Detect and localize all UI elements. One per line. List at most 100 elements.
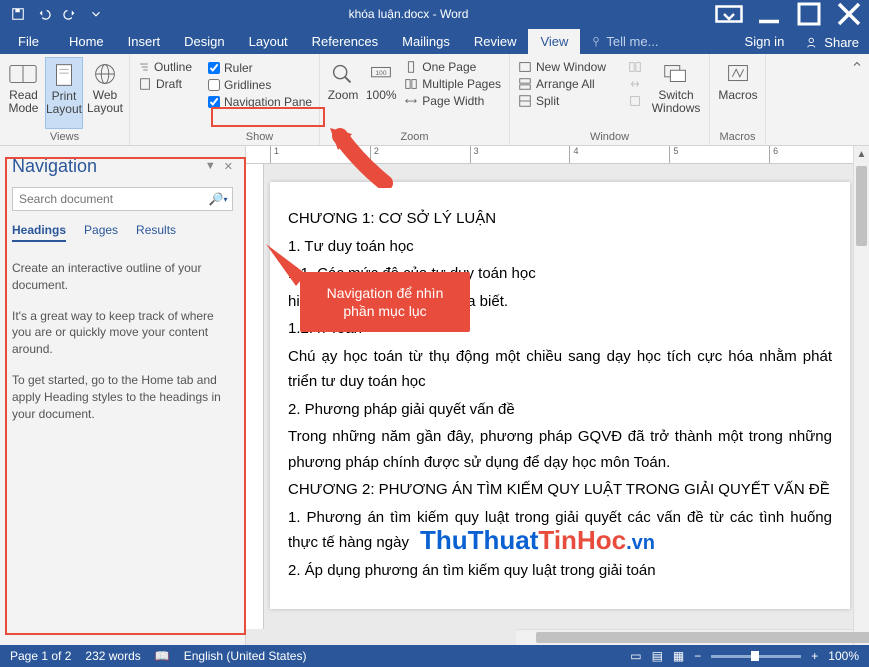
redo-icon[interactable] [58, 3, 82, 25]
navigation-pane-checkbox[interactable]: Navigation Pane [208, 95, 311, 109]
tab-design[interactable]: Design [172, 29, 236, 54]
maximize-icon[interactable] [789, 0, 829, 28]
tell-me-input[interactable]: Tell me... [580, 29, 668, 54]
new-window-label: New Window [536, 60, 606, 74]
macros-button[interactable]: Macros [716, 57, 760, 102]
zoom-in-icon[interactable]: + [811, 649, 818, 663]
horizontal-scrollbar[interactable] [516, 629, 853, 645]
print-layout-button[interactable]: Print Layout [45, 57, 83, 129]
watermark-a: ThuThuat [420, 525, 538, 555]
sync-scroll-icon [626, 76, 645, 92]
new-window-button[interactable]: New Window [516, 59, 622, 75]
ruler-checkbox[interactable]: Ruler [208, 61, 311, 75]
print-layout-label: Print Layout [46, 90, 82, 116]
nav-help-3: To get started, go to the Home tab and a… [12, 372, 233, 422]
search-input[interactable] [13, 188, 204, 210]
reset-pos-icon [626, 93, 645, 109]
annotation-arrow-1 [330, 128, 400, 188]
watermark: ThuThuatTinHoc.vn [420, 525, 655, 556]
nav-tab-headings[interactable]: Headings [12, 223, 66, 242]
minimize-icon[interactable] [749, 0, 789, 28]
svg-text:100: 100 [376, 70, 387, 77]
page-width-button[interactable]: Page Width [402, 93, 503, 109]
zoom-level[interactable]: 100% [828, 649, 859, 663]
collapse-ribbon-icon[interactable] [845, 54, 869, 145]
doc-line: 2. Áp dụng phương án tìm kiếm quy luật t… [288, 558, 832, 584]
tab-review[interactable]: Review [462, 29, 529, 54]
close-icon[interactable] [829, 0, 869, 28]
tab-home[interactable]: Home [57, 29, 116, 54]
arrange-all-label: Arrange All [536, 77, 595, 91]
qat-dropdown-icon[interactable] [84, 3, 108, 25]
view-web-icon[interactable]: ▦ [673, 649, 684, 663]
tab-file[interactable]: File [0, 29, 57, 54]
draft-button[interactable]: Draft [136, 76, 194, 92]
view-read-icon[interactable]: ▭ [630, 649, 641, 663]
nav-help-1: Create an interactive outline of your do… [12, 260, 233, 294]
split-button[interactable]: Split [516, 93, 622, 109]
zoom-button[interactable]: Zoom [326, 57, 360, 129]
arrange-all-button[interactable]: Arrange All [516, 76, 622, 92]
web-layout-label: Web Layout [87, 89, 123, 115]
navigation-pane: Navigation ▼✕ 🔎▾ Headings Pages Results … [0, 146, 246, 645]
ribbon-options-icon[interactable] [709, 0, 749, 28]
navigation-title: Navigation ▼ ✕ [12, 156, 233, 177]
tab-references[interactable]: References [300, 29, 390, 54]
split-label: Split [536, 94, 559, 108]
switch-windows-button[interactable]: Switch Windows [649, 57, 703, 129]
annotation-callout: Navigation để nhìn phần mục lục [300, 272, 470, 332]
tab-mailings[interactable]: Mailings [390, 29, 462, 54]
navpane-label: Navigation Pane [224, 95, 312, 109]
page-width-label: Page Width [422, 94, 484, 108]
navpane-close-icon[interactable]: ✕ [224, 160, 233, 173]
views-group-label: Views [6, 129, 123, 143]
search-document-box[interactable]: 🔎▾ [12, 187, 233, 211]
vertical-scrollbar[interactable]: ▲▼ [853, 146, 869, 645]
share-button[interactable]: Share [796, 31, 869, 54]
navigation-title-text: Navigation [12, 156, 97, 177]
multi-pages-label: Multiple Pages [422, 77, 501, 91]
status-words[interactable]: 232 words [85, 649, 140, 663]
doc-line: CHƯƠNG 1: CƠ SỞ LÝ LUẬN [288, 206, 832, 232]
navpane-dropdown-icon[interactable]: ▼ [205, 160, 216, 173]
document-area: 123456 CHƯƠNG 1: CƠ SỞ LÝ LUẬN 1. Tư duy… [246, 146, 869, 645]
doc-line: CHƯƠNG 2: PHƯƠNG ÁN TÌM KIẾM QUY LUẬT TR… [288, 477, 832, 503]
multiple-pages-button[interactable]: Multiple Pages [402, 76, 503, 92]
side-by-side-icon [626, 59, 645, 75]
nav-tab-pages[interactable]: Pages [84, 223, 118, 242]
status-proofing-icon[interactable]: 📖 [155, 649, 170, 663]
status-page[interactable]: Page 1 of 2 [10, 649, 71, 663]
gridlines-label: Gridlines [224, 78, 271, 92]
doc-line: Trong những năm gần đây, phương pháp GQV… [288, 424, 832, 475]
tab-layout[interactable]: Layout [237, 29, 300, 54]
nav-help-2: It's a great way to keep track of where … [12, 308, 233, 358]
watermark-b: TinHoc [538, 525, 626, 555]
window-title: khóa luận.docx - Word [108, 7, 709, 21]
zoom-out-icon[interactable]: − [694, 649, 701, 663]
status-language[interactable]: English (United States) [184, 649, 307, 663]
navigation-help: Create an interactive outline of your do… [12, 260, 233, 422]
one-page-button[interactable]: One Page [402, 59, 503, 75]
tab-insert[interactable]: Insert [116, 29, 173, 54]
save-icon[interactable] [6, 3, 30, 25]
view-print-icon[interactable]: ▤ [652, 649, 663, 663]
ribbon-tabs: File Home Insert Design Layout Reference… [0, 28, 869, 54]
read-mode-label: Read Mode [6, 89, 41, 115]
macros-label: Macros [718, 89, 757, 102]
web-layout-button[interactable]: Web Layout [87, 57, 123, 129]
gridlines-checkbox[interactable]: Gridlines [208, 78, 311, 92]
search-icon[interactable]: 🔎▾ [204, 188, 232, 210]
sign-in-button[interactable]: Sign in [733, 29, 797, 54]
undo-icon[interactable] [32, 3, 56, 25]
read-mode-button[interactable]: Read Mode [6, 57, 41, 129]
callout-text: Navigation để nhìn phần mục lục [300, 272, 470, 332]
tab-view[interactable]: View [528, 29, 580, 54]
outline-button[interactable]: Outline [136, 59, 194, 75]
zoom-slider[interactable] [711, 655, 801, 658]
zoom-100-button[interactable]: 100100% [364, 57, 398, 129]
window-group-label: Window [516, 129, 703, 143]
title-bar: khóa luận.docx - Word [0, 0, 869, 28]
doc-line: 2. Phương pháp giải quyết vấn đề [288, 397, 832, 423]
nav-tab-results[interactable]: Results [136, 223, 176, 242]
doc-line: Chú ạy học toán từ thụ động một chiều sa… [288, 344, 832, 395]
